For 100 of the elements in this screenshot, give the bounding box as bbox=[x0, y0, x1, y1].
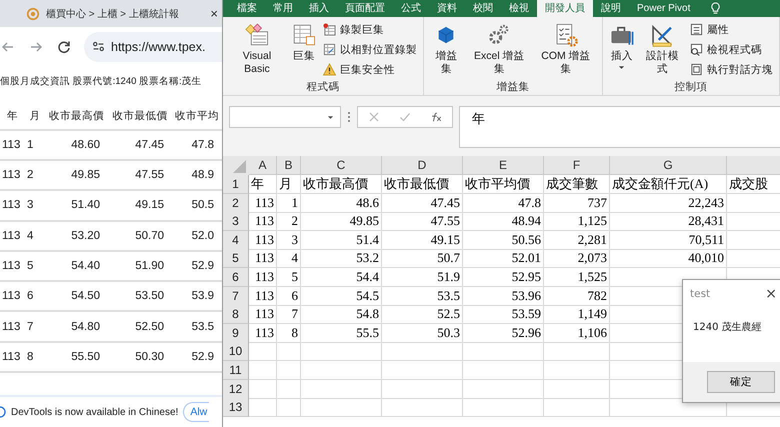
cell: 49.15 bbox=[382, 230, 463, 250]
table-cell-text: 113 bbox=[1, 260, 22, 272]
row-header[interactable]: 8 bbox=[223, 305, 249, 324]
address-bar[interactable]: https://www.tpex. bbox=[84, 32, 222, 62]
site-logo-icon bbox=[26, 6, 40, 21]
cell: 3 bbox=[277, 230, 301, 250]
ribbon-tab[interactable]: 常用 bbox=[265, 0, 301, 17]
ribbon-button[interactable]: 屬性 bbox=[688, 20, 775, 39]
column-header[interactable]: B bbox=[277, 156, 301, 175]
ribbon-button[interactable]: 增益集 bbox=[428, 20, 465, 80]
row-header[interactable]: 13 bbox=[223, 398, 249, 418]
ribbon-button[interactable]: 以相對位置錄製 bbox=[320, 40, 419, 59]
ribbon-button[interactable]: 執行對話方塊 bbox=[688, 60, 775, 79]
caret-icon bbox=[327, 114, 334, 120]
table-cell-text: 55.50 bbox=[70, 350, 101, 363]
ribbon-button[interactable]: 錄製巨集 bbox=[320, 20, 419, 39]
column-header[interactable]: D bbox=[382, 156, 463, 175]
cancel-icon[interactable] bbox=[368, 111, 380, 123]
table-cell-text: 8 bbox=[26, 350, 34, 363]
row-header[interactable]: 4 bbox=[223, 230, 249, 250]
cell: 47.55 bbox=[382, 212, 463, 232]
table-cell-text: 51.90 bbox=[134, 260, 165, 272]
ribbon-tab[interactable]: 頁面配置 bbox=[337, 0, 393, 17]
cell: 70,511 bbox=[610, 230, 727, 250]
select-all-button[interactable] bbox=[223, 156, 249, 175]
grid-icon bbox=[322, 43, 336, 56]
row-header[interactable]: 2 bbox=[223, 194, 249, 213]
group-title: 控制項 bbox=[673, 80, 708, 95]
cell: 22,243 bbox=[610, 194, 727, 213]
column-header[interactable] bbox=[727, 156, 780, 175]
site-settings-icon[interactable] bbox=[92, 40, 105, 54]
table-cell-text: 54.50 bbox=[70, 290, 101, 302]
cell: 737 bbox=[544, 194, 610, 213]
row-header[interactable]: 3 bbox=[223, 212, 249, 232]
banner-button[interactable]: Alw bbox=[183, 402, 210, 422]
column-header[interactable]: A bbox=[249, 156, 277, 175]
cell: 52.95 bbox=[463, 268, 544, 287]
cell: 4 bbox=[277, 249, 301, 268]
lightbulb-icon[interactable] bbox=[710, 2, 722, 15]
column-header[interactable]: F bbox=[544, 156, 610, 175]
cell: 收市最高價 bbox=[301, 175, 382, 194]
table-cell-text: 4 bbox=[26, 230, 34, 242]
ribbon-button[interactable]: 巨集安全性 bbox=[320, 60, 419, 79]
ribbon-tab[interactable]: 檢視 bbox=[501, 0, 537, 17]
row-header[interactable]: 5 bbox=[223, 249, 249, 268]
table-cell-text: 1 bbox=[26, 138, 34, 151]
row-header[interactable]: 1 bbox=[223, 175, 249, 194]
table-cell-text: 53.50 bbox=[134, 290, 165, 302]
drag-handle-icon[interactable] bbox=[347, 110, 351, 124]
ribbon-tab[interactable]: 說明 bbox=[593, 0, 629, 17]
reload-icon[interactable] bbox=[56, 38, 72, 55]
ribbon-tab[interactable]: 校閱 bbox=[465, 0, 501, 17]
name-box[interactable] bbox=[229, 106, 341, 128]
cell: 47.8 bbox=[463, 194, 544, 213]
group-title: 增益集 bbox=[495, 80, 530, 95]
empty-cell bbox=[277, 380, 301, 399]
table-cell-text: 50.30 bbox=[134, 350, 165, 363]
group-title: 程式碼 bbox=[305, 80, 340, 95]
cell: 8 bbox=[277, 324, 301, 343]
formula-input[interactable]: 年 bbox=[459, 106, 780, 148]
ribbon-button[interactable]: 巨集 bbox=[288, 20, 319, 80]
row-header[interactable]: 11 bbox=[223, 360, 249, 380]
cell: 113 bbox=[249, 249, 277, 268]
cell: 55.5 bbox=[301, 324, 382, 343]
ribbon-button[interactable]: 檢視程式碼 bbox=[688, 40, 775, 59]
ribbon-tab[interactable]: 資料 bbox=[429, 0, 465, 17]
row-header[interactable]: 7 bbox=[223, 286, 249, 306]
cell: 113 bbox=[249, 268, 277, 287]
row-header[interactable]: 9 bbox=[223, 324, 249, 343]
ribbon-button[interactable]: COM 增益集 bbox=[534, 20, 598, 80]
ribbon-button[interactable]: Visual Basic bbox=[227, 20, 287, 80]
ribbon-tab[interactable]: 公式 bbox=[393, 0, 429, 17]
column-header: 年 bbox=[6, 108, 19, 123]
row-header[interactable]: 6 bbox=[223, 268, 249, 287]
ribbon-button[interactable]: 插入 bbox=[606, 20, 637, 80]
column-header[interactable]: E bbox=[463, 156, 544, 175]
ok-button[interactable]: 確定 bbox=[707, 371, 775, 393]
ribbon-button[interactable]: 設計模式 bbox=[638, 20, 686, 80]
column-header: 收市平均 bbox=[174, 108, 220, 123]
function-icon[interactable] bbox=[430, 111, 442, 123]
cell: 50.56 bbox=[463, 230, 544, 250]
cell: 54.4 bbox=[301, 268, 382, 287]
table-cell-text: 113 bbox=[1, 138, 22, 151]
column-header[interactable]: C bbox=[301, 156, 382, 175]
ribbon-tab[interactable]: 開發人員 bbox=[537, 0, 593, 17]
ribbon-tab[interactable]: Power Pivot bbox=[629, 0, 698, 17]
row-header[interactable]: 12 bbox=[223, 380, 249, 399]
close-button[interactable]: × bbox=[765, 286, 777, 302]
ribbon-button[interactable]: Excel 增益集 bbox=[466, 20, 532, 80]
cell: 54.8 bbox=[301, 305, 382, 324]
ribbon-tab[interactable]: 檔案 bbox=[229, 0, 265, 17]
row-header[interactable]: 10 bbox=[223, 342, 249, 362]
close-tab-button[interactable]: × bbox=[210, 6, 218, 22]
cell: 1,106 bbox=[544, 324, 610, 343]
cell: 1 bbox=[277, 194, 301, 213]
cell: 113 bbox=[249, 286, 277, 306]
column-header[interactable]: G bbox=[610, 156, 727, 175]
table-cell-text: 48.9 bbox=[190, 169, 215, 182]
ribbon-tab[interactable]: 插入 bbox=[301, 0, 337, 17]
check-icon[interactable] bbox=[398, 111, 411, 123]
